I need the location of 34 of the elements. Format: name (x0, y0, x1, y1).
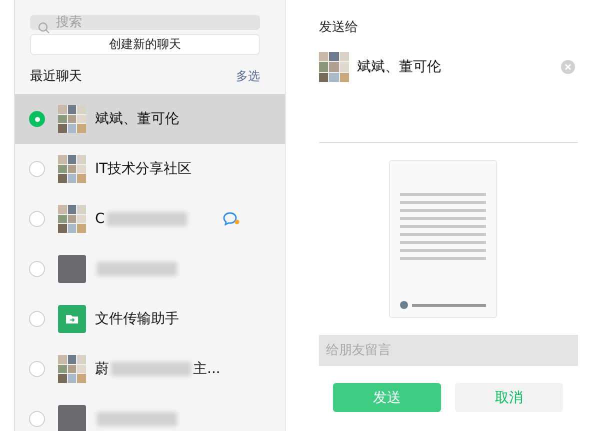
folder-icon (58, 305, 86, 333)
search-field[interactable]: 搜索 (30, 15, 260, 30)
close-icon[interactable] (561, 60, 575, 74)
group-avatar (58, 355, 86, 383)
photo-placeholder (58, 255, 86, 283)
radio-button[interactable] (29, 361, 45, 377)
chat-item[interactable]: C (15, 194, 285, 244)
multi-select-link[interactable]: 多选 (236, 68, 260, 84)
radio-button[interactable] (29, 111, 45, 127)
group-avatar (58, 155, 86, 183)
chat-name: 斌斌、董可伦 (95, 110, 179, 128)
chat-name: 蔚 (95, 360, 109, 378)
radio-button[interactable] (29, 261, 45, 277)
chat-name: C (95, 211, 105, 227)
chat-item[interactable]: 蔚 主... (15, 344, 285, 394)
chat-name: IT技术分享社区 (95, 160, 192, 178)
radio-button[interactable] (29, 161, 45, 177)
recipient-name: 斌斌、董可伦 (357, 58, 442, 76)
photo-placeholder (58, 405, 86, 431)
send-to-heading: 发送给 (319, 19, 359, 36)
chat-item[interactable]: IT技术分享社区 (15, 144, 285, 194)
radio-button[interactable] (29, 411, 45, 427)
radio-button[interactable] (29, 211, 45, 227)
chat-name: 文件传输助手 (95, 310, 179, 328)
chat-item[interactable]: 文件传输助手 (15, 294, 285, 344)
group-avatar (58, 205, 86, 233)
group-avatar (319, 52, 349, 82)
create-chat-button[interactable]: 创建新的聊天 (30, 34, 260, 55)
radio-button[interactable] (29, 311, 45, 327)
group-avatar (58, 105, 86, 133)
recent-chats-heading: 最近聊天 (30, 68, 82, 85)
chat-name: 主... (193, 360, 220, 378)
message-field[interactable]: 给朋友留言 (319, 335, 578, 366)
chat-item[interactable]: 斌斌、董可伦 (15, 94, 285, 144)
